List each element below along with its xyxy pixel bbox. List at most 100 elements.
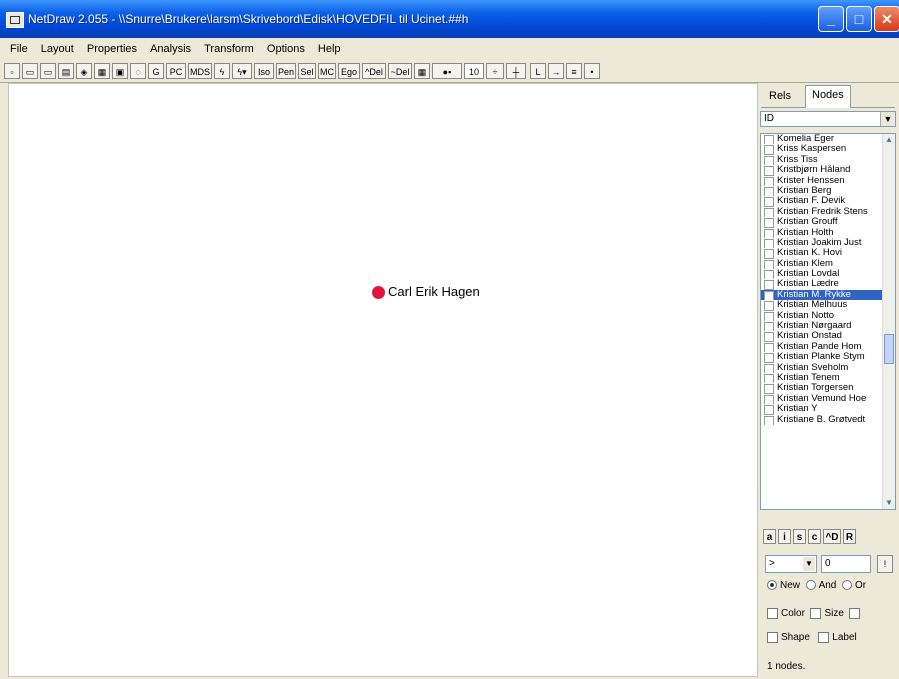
ego-button[interactable]: Ego	[338, 63, 360, 79]
mds-button[interactable]: MDS	[188, 63, 212, 79]
node-checkbox[interactable]	[764, 373, 774, 384]
list-item[interactable]: Kristian Klem	[761, 259, 895, 270]
menu-properties[interactable]: Properties	[87, 40, 137, 58]
list-item[interactable]: Kriss Tiss	[761, 155, 895, 166]
node-checkbox[interactable]	[764, 270, 774, 280]
node-checkbox[interactable]	[764, 145, 774, 155]
node-checkbox[interactable]	[764, 342, 774, 353]
list-item[interactable]: Kristian Vemund Hoe	[761, 394, 895, 405]
list-item[interactable]: Kristian Fredrik Stens	[761, 207, 895, 218]
letter-button-r[interactable]: R	[843, 529, 856, 544]
menu-analysis[interactable]: Analysis	[150, 40, 191, 58]
node-checkbox[interactable]	[764, 415, 774, 425]
attribute-select[interactable]: ID ▼	[760, 111, 896, 127]
node-checkbox[interactable]	[764, 249, 774, 259]
lightning-icon[interactable]: ϟ	[214, 63, 230, 79]
chevron-down-icon[interactable]: ▼	[803, 557, 815, 571]
radio-and[interactable]	[805, 580, 816, 591]
split-icon[interactable]: ┼	[506, 63, 526, 79]
radio-or[interactable]	[841, 580, 852, 591]
node-checkbox[interactable]	[764, 228, 774, 238]
letter-button-delete[interactable]: ^D	[823, 529, 841, 544]
menu-file[interactable]: File	[10, 40, 28, 58]
node-checkbox[interactable]	[764, 259, 774, 270]
list-item[interactable]: Kristian Torgersen	[761, 383, 895, 394]
print-icon[interactable]: ▤	[58, 63, 74, 79]
network-canvas[interactable]: Carl Erik Hagen	[8, 83, 758, 677]
minimize-button[interactable]: _	[818, 6, 844, 32]
menu-transform[interactable]: Transform	[204, 40, 254, 58]
node-checkbox[interactable]	[764, 290, 774, 301]
new-file-icon[interactable]: ▫	[4, 63, 20, 79]
list-item[interactable]: Kristian M. Rykke	[761, 289, 895, 301]
node-checkbox[interactable]	[764, 353, 774, 363]
node-checkbox[interactable]	[764, 166, 774, 176]
open-data-icon[interactable]: ▭	[40, 63, 56, 79]
list-item[interactable]: Kristian Grouff	[761, 217, 895, 228]
delete-isolates-button[interactable]: ^Del	[362, 63, 386, 79]
l-button[interactable]: L	[530, 63, 546, 79]
spin-icon[interactable]: ÷	[486, 63, 504, 79]
list-item[interactable]: Kristian Melhuus	[761, 300, 895, 311]
node-checkbox[interactable]	[764, 197, 774, 207]
node-checkbox[interactable]	[764, 322, 774, 332]
menu-options[interactable]: Options	[267, 40, 305, 58]
list-item[interactable]: Kristian Notto	[761, 311, 895, 322]
apply-filter-button[interactable]: !	[877, 555, 893, 573]
size-input[interactable]: 10	[464, 63, 484, 79]
maximize-button[interactable]: □	[846, 6, 872, 32]
line-color-icon[interactable]: ≡	[566, 63, 582, 79]
list-item[interactable]: Kristian K. Hovi	[761, 248, 895, 259]
mc-button[interactable]: MC	[318, 63, 336, 79]
close-button[interactable]: ✕	[874, 6, 899, 32]
circle-layout-icon[interactable]: ◌	[130, 63, 146, 79]
letter-button-a[interactable]: a	[763, 529, 776, 544]
chart-icon[interactable]: ▦	[94, 63, 110, 79]
arrow-icon[interactable]: →	[548, 63, 564, 79]
node-checkbox[interactable]	[764, 405, 774, 415]
tab-nodes[interactable]: Nodes	[805, 85, 851, 108]
node-size-icon[interactable]: ●▪	[432, 63, 462, 79]
node-checkbox[interactable]	[764, 311, 774, 322]
tab-rels[interactable]: Rels	[763, 87, 797, 106]
filter-value-input[interactable]: 0	[821, 555, 871, 573]
color-checkbox[interactable]	[767, 608, 778, 619]
size-checkbox[interactable]	[810, 608, 822, 619]
list-item[interactable]: Kristian Sveholm	[761, 363, 895, 373]
list-scrollbar[interactable]: ▲ ▼	[882, 134, 895, 509]
list-item[interactable]: Kristian F. Devik	[761, 196, 895, 207]
layout-icon[interactable]: ◈	[76, 63, 92, 79]
list-item[interactable]: Kristian Onstad	[761, 331, 895, 342]
letter-button-c[interactable]: c	[808, 529, 821, 544]
scroll-up-icon[interactable]: ▲	[883, 134, 895, 146]
grid-icon[interactable]: ▣	[112, 63, 128, 79]
list-item[interactable]: Kristian Tenem	[761, 373, 895, 384]
menu-help[interactable]: Help	[318, 40, 341, 58]
list-item[interactable]: Komelia Eger	[761, 134, 895, 145]
node-checkbox[interactable]	[764, 186, 774, 197]
sel-button[interactable]: Sel	[298, 63, 316, 79]
node-label[interactable]: Carl Erik Hagen	[388, 284, 480, 299]
list-item[interactable]: Kristian Planke Stym	[761, 352, 895, 363]
node-checkbox[interactable]	[764, 384, 774, 394]
list-item[interactable]: Kristian Berg	[761, 186, 895, 197]
node-checkbox[interactable]	[764, 280, 774, 290]
open-folder-icon[interactable]: ▭	[22, 63, 38, 79]
list-item[interactable]: Krister Henssen	[761, 176, 895, 186]
network-node[interactable]	[372, 286, 385, 299]
label-checkbox[interactable]	[818, 632, 830, 643]
list-item[interactable]: Kristian Nørgaard	[761, 321, 895, 332]
filter-operator-select[interactable]: > ▼	[765, 555, 817, 573]
lightning-menu-icon[interactable]: ϟ▾	[232, 63, 252, 79]
delete-pendants-button[interactable]: ~Del	[388, 63, 412, 79]
node-checkbox[interactable]	[764, 155, 774, 166]
node-checkbox[interactable]	[764, 332, 774, 342]
list-item[interactable]: Kristbjørn Håland	[761, 165, 895, 176]
shape-checkbox[interactable]	[767, 632, 778, 643]
list-item[interactable]: Kristian Joakim Just	[761, 238, 895, 249]
letter-button-s[interactable]: s	[793, 529, 806, 544]
list-item[interactable]: Kristian Y	[761, 404, 895, 415]
node-color-icon[interactable]: •	[584, 63, 600, 79]
list-item[interactable]: Kristian Lædre	[761, 279, 895, 290]
node-checkbox[interactable]	[764, 135, 774, 145]
